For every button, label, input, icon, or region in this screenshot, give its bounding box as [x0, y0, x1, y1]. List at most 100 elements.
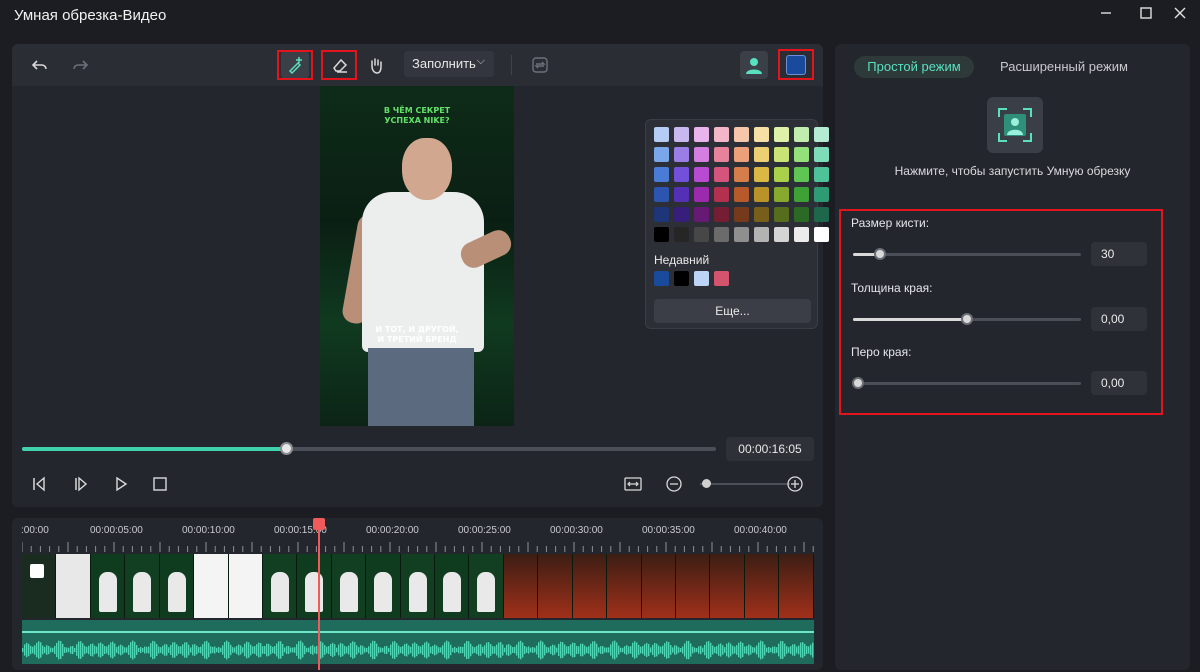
- playhead[interactable]: [318, 518, 320, 670]
- color-swatch[interactable]: [734, 167, 749, 182]
- color-swatch[interactable]: [674, 167, 689, 182]
- waveform-bar: [216, 647, 218, 653]
- color-swatch[interactable]: [814, 167, 829, 182]
- recent-color-swatch[interactable]: [714, 271, 729, 286]
- zoom-out-icon: [666, 476, 682, 492]
- color-swatch[interactable]: [674, 207, 689, 222]
- video-track[interactable]: [22, 554, 814, 618]
- smart-cutout-start-button[interactable]: [987, 97, 1043, 153]
- color-swatch[interactable]: [654, 167, 669, 182]
- color-swatch[interactable]: [754, 207, 769, 222]
- zoom-out-button[interactable]: [663, 473, 685, 495]
- color-swatch[interactable]: [734, 207, 749, 222]
- recent-color-swatch[interactable]: [674, 271, 689, 286]
- tab-advanced-mode[interactable]: Расширенный режим: [998, 56, 1130, 78]
- playback-progress[interactable]: [22, 442, 716, 455]
- color-swatch[interactable]: [674, 127, 689, 142]
- zoom-knob[interactable]: [702, 479, 711, 488]
- color-swatch[interactable]: [774, 147, 789, 162]
- color-swatch[interactable]: [674, 147, 689, 162]
- color-swatch[interactable]: [694, 147, 709, 162]
- tab-simple-mode[interactable]: Простой режим: [854, 56, 974, 78]
- color-swatch[interactable]: [714, 207, 729, 222]
- stop-button[interactable]: [149, 473, 171, 495]
- color-swatch[interactable]: [694, 167, 709, 182]
- color-swatch[interactable]: [714, 187, 729, 202]
- prev-frame-button[interactable]: [28, 473, 50, 495]
- close-button[interactable]: [1160, 2, 1200, 30]
- play-button[interactable]: [110, 473, 132, 495]
- color-swatch[interactable]: [654, 227, 669, 242]
- waveform-bar: [334, 644, 336, 656]
- color-swatch[interactable]: [814, 207, 829, 222]
- color-swatch[interactable]: [794, 227, 809, 242]
- color-swatch[interactable]: [694, 187, 709, 202]
- waveform-bar: [288, 646, 290, 654]
- edge-feather-value[interactable]: 0,00: [1091, 371, 1147, 395]
- recent-color-swatch[interactable]: [654, 271, 669, 286]
- color-swatch[interactable]: [774, 167, 789, 182]
- color-swatch[interactable]: [754, 167, 769, 182]
- recent-color-swatch[interactable]: [694, 271, 709, 286]
- edge-thickness-slider[interactable]: [853, 313, 1081, 325]
- color-swatch[interactable]: [714, 227, 729, 242]
- color-swatch[interactable]: [734, 147, 749, 162]
- color-swatch[interactable]: [794, 147, 809, 162]
- color-swatch[interactable]: [694, 207, 709, 222]
- timeline-panel[interactable]: :00:00 00:00:05:00 00:00:10:00 00:00:15:00 0…: [12, 518, 823, 670]
- color-swatch[interactable]: [754, 127, 769, 142]
- color-swatch[interactable]: [814, 147, 829, 162]
- color-swatch[interactable]: [814, 127, 829, 142]
- color-swatch[interactable]: [714, 147, 729, 162]
- color-swatch[interactable]: [734, 127, 749, 142]
- edge-thickness-value[interactable]: 0,00: [1091, 307, 1147, 331]
- edge-feather-knob[interactable]: [851, 377, 864, 389]
- zoom-in-button[interactable]: [784, 473, 806, 495]
- color-swatch[interactable]: [714, 167, 729, 182]
- zoom-slider[interactable]: [700, 483, 790, 485]
- color-swatch[interactable]: [694, 227, 709, 242]
- next-frame-button[interactable]: [70, 473, 92, 495]
- color-swatch[interactable]: [694, 127, 709, 142]
- undo-button[interactable]: [26, 51, 54, 79]
- brush-size-slider[interactable]: [853, 248, 1081, 260]
- color-swatch[interactable]: [654, 147, 669, 162]
- color-swatch[interactable]: [654, 187, 669, 202]
- color-swatch[interactable]: [814, 227, 829, 242]
- waveform-bar: [98, 643, 100, 657]
- brush-size-value[interactable]: 30: [1091, 242, 1147, 266]
- color-swatch[interactable]: [794, 167, 809, 182]
- edge-feather-slider[interactable]: [851, 377, 1081, 389]
- color-swatch[interactable]: [754, 187, 769, 202]
- redo-icon: [73, 60, 89, 70]
- color-swatch[interactable]: [754, 227, 769, 242]
- color-swatch[interactable]: [794, 207, 809, 222]
- color-swatch[interactable]: [654, 127, 669, 142]
- playhead-handle[interactable]: [313, 518, 325, 530]
- fill-mode-select[interactable]: Заполнить ⌵: [404, 51, 494, 77]
- hand-tool-button[interactable]: [362, 51, 390, 79]
- color-swatch[interactable]: [794, 187, 809, 202]
- edge-thickness-knob[interactable]: [961, 313, 973, 325]
- color-swatch[interactable]: [794, 127, 809, 142]
- fit-button[interactable]: [622, 473, 644, 495]
- color-swatch[interactable]: [734, 227, 749, 242]
- color-swatch[interactable]: [674, 227, 689, 242]
- more-colors-button[interactable]: Еще...: [654, 299, 811, 323]
- color-swatch[interactable]: [774, 127, 789, 142]
- color-swatch[interactable]: [674, 187, 689, 202]
- color-swatch[interactable]: [774, 207, 789, 222]
- color-swatch[interactable]: [774, 187, 789, 202]
- person-mask-button[interactable]: [740, 51, 768, 79]
- redo-button[interactable]: [66, 51, 94, 79]
- color-swatch[interactable]: [814, 187, 829, 202]
- color-swatch[interactable]: [714, 127, 729, 142]
- progress-knob[interactable]: [279, 442, 293, 455]
- color-swatch[interactable]: [754, 147, 769, 162]
- audio-track[interactable]: [22, 620, 814, 664]
- color-swatch[interactable]: [734, 187, 749, 202]
- color-swatch[interactable]: [654, 207, 669, 222]
- minimize-button[interactable]: [1086, 2, 1126, 30]
- swap-button[interactable]: [526, 51, 554, 79]
- color-swatch[interactable]: [774, 227, 789, 242]
